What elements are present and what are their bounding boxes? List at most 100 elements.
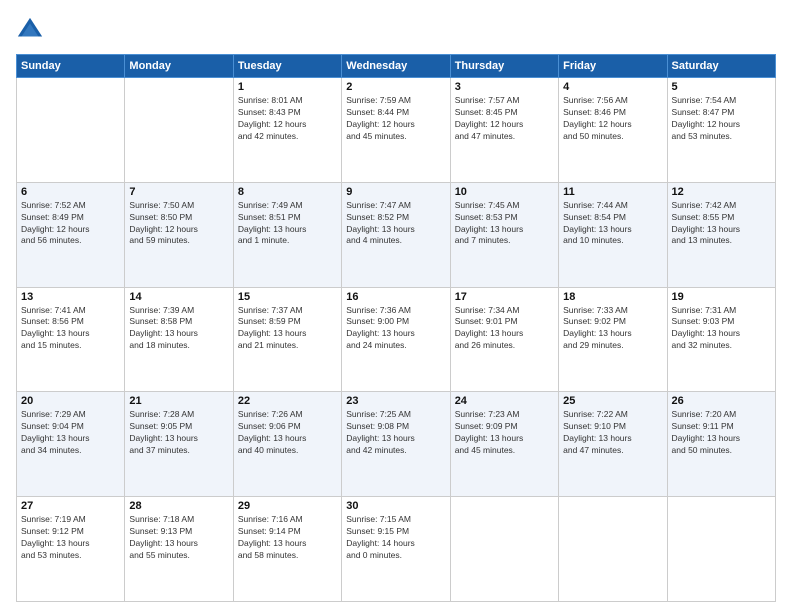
day-number: 9 (346, 186, 445, 198)
calendar-cell: 28Sunrise: 7:18 AM Sunset: 9:13 PM Dayli… (125, 497, 233, 602)
calendar-week-1: 1Sunrise: 8:01 AM Sunset: 8:43 PM Daylig… (17, 78, 776, 183)
day-info: Sunrise: 7:31 AM Sunset: 9:03 PM Dayligh… (672, 305, 771, 353)
day-number: 7 (129, 186, 228, 198)
calendar-cell: 11 Sunrise: 7:44 AM Sunset: 8:54 PM Dayli… (559, 182, 667, 287)
calendar-header-row: SundayMondayTuesdayWednesdayThursdayFrid… (17, 55, 776, 78)
logo (16, 16, 48, 44)
calendar-cell: 2 Sunrise: 7:59 AM Sunset: 8:44 PM Daylig… (342, 78, 450, 183)
day-number: 22 (238, 395, 337, 407)
calendar-cell (667, 497, 775, 602)
calendar-cell: 18 Sunrise: 7:33 AM Sunset: 9:02 PM Dayli… (559, 287, 667, 392)
day-info: Sunrise: 7:45 AM Sunset: 8:53 PM Dayligh… (455, 200, 554, 248)
day-info: Sunrise: 7:44 AM Sunset: 8:54 PM Dayligh… (563, 200, 662, 248)
calendar-header-tuesday: Tuesday (233, 55, 341, 78)
day-info: Sunrise: 7:39 AM Sunset: 8:58 PM Dayligh… (129, 305, 228, 353)
day-number: 4 (563, 81, 662, 93)
calendar-header-friday: Friday (559, 55, 667, 78)
day-number: 10 (455, 186, 554, 198)
day-number: 14 (129, 291, 228, 303)
calendar-week-4: 20 Sunrise: 7:29 AM Sunset: 9:04 PM Dayli… (17, 392, 776, 497)
day-number: 8 (238, 186, 337, 198)
day-info: Sunrise: 7:29 AM Sunset: 9:04 PM Dayligh… (21, 409, 120, 457)
day-number: 16 (346, 291, 445, 303)
calendar-cell: 22 Sunrise: 7:26 AM Sunset: 9:06 PM Dayli… (233, 392, 341, 497)
day-info: Sunrise: 7:42 AM Sunset: 8:55 PM Dayligh… (672, 200, 771, 248)
day-info: Sunrise: 7:52 AM Sunset: 8:49 PM Dayligh… (21, 200, 120, 248)
calendar-week-2: 6Sunrise: 7:52 AM Sunset: 8:49 PM Daylig… (17, 182, 776, 287)
day-number: 18 (563, 291, 662, 303)
day-number: 15 (238, 291, 337, 303)
calendar-cell: 14 Sunrise: 7:39 AM Sunset: 8:58 PM Dayli… (125, 287, 233, 392)
calendar-cell: 29 Sunrise: 7:16 AM Sunset: 9:14 PM Dayli… (233, 497, 341, 602)
day-number: 2 (346, 81, 445, 93)
day-info: Sunrise: 7:50 AM Sunset: 8:50 PM Dayligh… (129, 200, 228, 248)
day-number: 20 (21, 395, 120, 407)
day-number: 17 (455, 291, 554, 303)
calendar-cell: 17 Sunrise: 7:34 AM Sunset: 9:01 PM Dayli… (450, 287, 558, 392)
calendar-cell (17, 78, 125, 183)
day-info: Sunrise: 7:18 AM Sunset: 9:13 PM Dayligh… (129, 514, 228, 562)
calendar-cell: 25 Sunrise: 7:22 AM Sunset: 9:10 PM Dayli… (559, 392, 667, 497)
calendar-cell: 9 Sunrise: 7:47 AM Sunset: 8:52 PM Daylig… (342, 182, 450, 287)
calendar-cell: 24 Sunrise: 7:23 AM Sunset: 9:09 PM Dayli… (450, 392, 558, 497)
day-info: Sunrise: 7:15 AM Sunset: 9:15 PM Dayligh… (346, 514, 445, 562)
calendar-cell: 8 Sunrise: 7:49 AM Sunset: 8:51 PM Daylig… (233, 182, 341, 287)
day-info: Sunrise: 7:56 AM Sunset: 8:46 PM Dayligh… (563, 95, 662, 143)
calendar-cell: 12 Sunrise: 7:42 AM Sunset: 8:55 PM Dayli… (667, 182, 775, 287)
calendar-cell: 27 Sunrise: 7:19 AM Sunset: 9:12 PM Dayli… (17, 497, 125, 602)
day-number: 29 (238, 500, 337, 512)
calendar-week-5: 27 Sunrise: 7:19 AM Sunset: 9:12 PM Dayli… (17, 497, 776, 602)
calendar-cell: 4 Sunrise: 7:56 AM Sunset: 8:46 PM Daylig… (559, 78, 667, 183)
day-info: Sunrise: 7:47 AM Sunset: 8:52 PM Dayligh… (346, 200, 445, 248)
day-number: 5 (672, 81, 771, 93)
day-info: Sunrise: 7:23 AM Sunset: 9:09 PM Dayligh… (455, 409, 554, 457)
day-number: 1 (238, 81, 337, 93)
calendar-header-monday: Monday (125, 55, 233, 78)
calendar-header-saturday: Saturday (667, 55, 775, 78)
calendar-header-sunday: Sunday (17, 55, 125, 78)
calendar-cell: 5Sunrise: 7:54 AM Sunset: 8:47 PM Daylig… (667, 78, 775, 183)
day-number: 25 (563, 395, 662, 407)
calendar-header-wednesday: Wednesday (342, 55, 450, 78)
day-number: 11 (563, 186, 662, 198)
day-info: Sunrise: 7:19 AM Sunset: 9:12 PM Dayligh… (21, 514, 120, 562)
day-info: Sunrise: 7:34 AM Sunset: 9:01 PM Dayligh… (455, 305, 554, 353)
day-number: 27 (21, 500, 120, 512)
calendar-cell: 16 Sunrise: 7:36 AM Sunset: 9:00 PM Dayli… (342, 287, 450, 392)
calendar-week-3: 13 Sunrise: 7:41 AM Sunset: 8:56 PM Dayli… (17, 287, 776, 392)
calendar-table: SundayMondayTuesdayWednesdayThursdayFrid… (16, 54, 776, 602)
day-info: Sunrise: 7:36 AM Sunset: 9:00 PM Dayligh… (346, 305, 445, 353)
day-info: Sunrise: 7:33 AM Sunset: 9:02 PM Dayligh… (563, 305, 662, 353)
logo-icon (16, 16, 44, 44)
day-info: Sunrise: 7:49 AM Sunset: 8:51 PM Dayligh… (238, 200, 337, 248)
day-number: 24 (455, 395, 554, 407)
day-number: 30 (346, 500, 445, 512)
calendar-header-thursday: Thursday (450, 55, 558, 78)
day-info: Sunrise: 7:57 AM Sunset: 8:45 PM Dayligh… (455, 95, 554, 143)
calendar-cell (559, 497, 667, 602)
day-number: 3 (455, 81, 554, 93)
day-number: 13 (21, 291, 120, 303)
day-info: Sunrise: 7:22 AM Sunset: 9:10 PM Dayligh… (563, 409, 662, 457)
calendar-cell (125, 78, 233, 183)
day-number: 21 (129, 395, 228, 407)
calendar-cell: 3 Sunrise: 7:57 AM Sunset: 8:45 PM Daylig… (450, 78, 558, 183)
day-info: Sunrise: 7:25 AM Sunset: 9:08 PM Dayligh… (346, 409, 445, 457)
day-info: Sunrise: 7:28 AM Sunset: 9:05 PM Dayligh… (129, 409, 228, 457)
calendar-cell (450, 497, 558, 602)
day-info: Sunrise: 7:59 AM Sunset: 8:44 PM Dayligh… (346, 95, 445, 143)
day-info: Sunrise: 7:41 AM Sunset: 8:56 PM Dayligh… (21, 305, 120, 353)
day-info: Sunrise: 7:20 AM Sunset: 9:11 PM Dayligh… (672, 409, 771, 457)
calendar-cell: 30 Sunrise: 7:15 AM Sunset: 9:15 PM Dayli… (342, 497, 450, 602)
calendar-cell: 23Sunrise: 7:25 AM Sunset: 9:08 PM Dayli… (342, 392, 450, 497)
calendar-cell: 15Sunrise: 7:37 AM Sunset: 8:59 PM Dayli… (233, 287, 341, 392)
day-info: Sunrise: 7:16 AM Sunset: 9:14 PM Dayligh… (238, 514, 337, 562)
calendar-cell: 26 Sunrise: 7:20 AM Sunset: 9:11 PM Dayli… (667, 392, 775, 497)
page: SundayMondayTuesdayWednesdayThursdayFrid… (0, 0, 792, 612)
day-number: 12 (672, 186, 771, 198)
calendar-cell: 7 Sunrise: 7:50 AM Sunset: 8:50 PM Daylig… (125, 182, 233, 287)
day-number: 19 (672, 291, 771, 303)
day-number: 26 (672, 395, 771, 407)
day-info: Sunrise: 7:26 AM Sunset: 9:06 PM Dayligh… (238, 409, 337, 457)
header (16, 16, 776, 44)
